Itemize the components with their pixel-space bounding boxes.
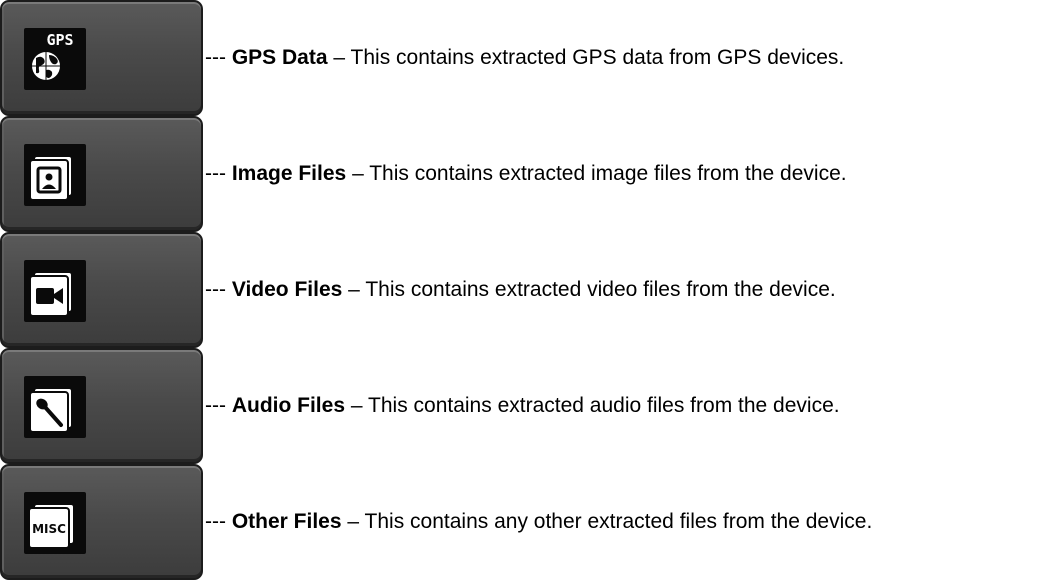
misc-files-icon: MISC (24, 492, 86, 554)
item-separator: – (347, 510, 360, 533)
item-title: Image Files (231, 162, 347, 185)
item-title: GPS Data (231, 46, 328, 69)
item-description: This contains any other extracted files … (364, 510, 873, 533)
item-description: This contains extracted audio files from… (368, 394, 840, 417)
misc-icon-label: MISC (32, 522, 66, 536)
gps-data-button[interactable]: GPS (0, 0, 203, 116)
gps-data-description: --- GPS Data – This contains extracted G… (205, 46, 844, 70)
item-separator: – (350, 394, 363, 417)
video-camera-icon (24, 260, 86, 322)
other-files-button[interactable]: MISC (0, 464, 203, 580)
item-title: Other Files (231, 510, 342, 533)
item-prefix: --- (205, 46, 226, 69)
item-prefix: --- (205, 510, 226, 533)
item-separator: – (348, 278, 360, 301)
microphone-icon (24, 376, 86, 438)
audio-files-button[interactable] (0, 348, 203, 464)
gps-icon-label: GPS (46, 31, 73, 49)
item-description: This contains extracted video files from… (365, 278, 836, 301)
item-title: Audio Files (231, 394, 346, 417)
item-separator: – (333, 46, 346, 69)
item-prefix: --- (205, 278, 226, 301)
item-separator: – (352, 162, 364, 185)
other-files-row: MISC --- Other Files – This contains any… (0, 464, 1058, 580)
item-prefix: --- (205, 394, 226, 417)
audio-files-description: --- Audio Files – This contains extracte… (205, 394, 840, 418)
item-title: Video Files (231, 278, 343, 301)
item-prefix: --- (205, 162, 226, 185)
item-description: This contains extracted image files from… (369, 162, 847, 185)
image-files-row: --- Image Files – This contains extracte… (0, 116, 1058, 232)
gps-globe-icon: GPS (24, 28, 86, 90)
video-files-row: --- Video Files – This contains extracte… (0, 232, 1058, 348)
other-files-description: --- Other Files – This contains any othe… (205, 510, 872, 534)
video-files-button[interactable] (0, 232, 203, 348)
image-files-button[interactable] (0, 116, 203, 232)
video-files-description: --- Video Files – This contains extracte… (205, 278, 836, 302)
gps-data-row: GPS --- GPS Data – This contains extract… (0, 0, 1058, 116)
image-files-description: --- Image Files – This contains extracte… (205, 162, 847, 186)
audio-files-row: --- Audio Files – This contains extracte… (0, 348, 1058, 464)
item-description: This contains extracted GPS data from GP… (350, 46, 845, 69)
image-files-icon (24, 144, 86, 206)
